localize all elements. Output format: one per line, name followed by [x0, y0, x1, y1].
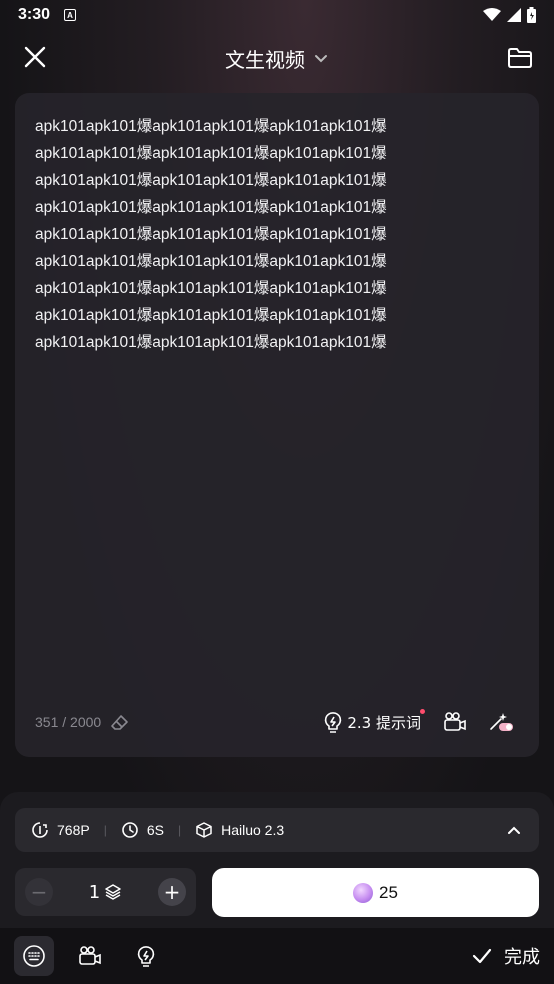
- camera-icon: [79, 946, 101, 965]
- mode-selector[interactable]: 文生视频: [225, 44, 329, 73]
- increment-button[interactable]: +: [157, 878, 186, 906]
- settings-bar[interactable]: 768P | 6S | Hailuo 2.3: [15, 808, 539, 852]
- check-icon: [472, 948, 492, 964]
- status-icons: [483, 7, 536, 23]
- resolution-icon: [32, 822, 48, 838]
- duration-value: 6S: [146, 822, 164, 838]
- clock-icon: [122, 822, 138, 838]
- shell-coin-icon: [353, 882, 374, 903]
- keyboard-button[interactable]: [14, 936, 54, 976]
- divider: |: [177, 823, 182, 837]
- duration-setting[interactable]: 6S: [121, 821, 164, 839]
- page-title: 文生视频: [225, 47, 305, 72]
- prompt-button[interactable]: [126, 936, 166, 976]
- chevron-up-icon[interactable]: [505, 821, 523, 839]
- camera-icon[interactable]: [443, 711, 467, 733]
- generate-button[interactable]: 25: [212, 868, 539, 917]
- bulb-icon: [137, 946, 155, 967]
- divider: |: [103, 823, 107, 837]
- status-bar: 3:30 A: [0, 0, 554, 30]
- done-button[interactable]: 完成: [472, 943, 540, 969]
- magic-toggle-icon[interactable]: [489, 711, 515, 733]
- top-bar: 文生视频: [0, 36, 554, 80]
- prompt-helper-label: 2.3 提示词: [347, 713, 421, 732]
- generate-cost: 25: [379, 882, 398, 902]
- bottom-toolbar: 完成: [0, 928, 554, 984]
- char-count: 351 / 2000: [35, 714, 102, 730]
- resolution-setting[interactable]: 768P: [31, 821, 90, 839]
- new-dot: [420, 709, 425, 714]
- bulb-icon: [325, 712, 342, 733]
- keyboard-icon: [23, 945, 45, 967]
- quantity-stepper[interactable]: − 1 +: [15, 868, 196, 916]
- generation-panel: 768P | 6S | Hailuo 2.3 − 1 + 25 完成: [0, 792, 554, 984]
- camera-button[interactable]: [70, 936, 110, 976]
- prompt-editor[interactable]: apk101apk101爆apk101apk101爆apk101apk101爆 …: [15, 93, 539, 757]
- editor-footer: 351 / 2000 2.3 提示词: [35, 707, 515, 737]
- decrement-button[interactable]: −: [25, 878, 53, 906]
- done-label: 完成: [504, 947, 540, 968]
- prompt-text[interactable]: apk101apk101爆apk101apk101爆apk101apk101爆 …: [35, 113, 455, 356]
- status-time: 3:30: [18, 6, 51, 23]
- layers-icon: [105, 884, 121, 900]
- close-icon[interactable]: [22, 44, 48, 70]
- model-value: Hailuo 2.3: [221, 822, 285, 838]
- quantity-display: 1: [89, 882, 122, 903]
- model-setting[interactable]: Hailuo 2.3: [195, 821, 284, 839]
- signal-icon: [507, 8, 521, 22]
- folder-icon[interactable]: [506, 44, 534, 72]
- wifi-icon: [483, 8, 501, 21]
- chevron-down-icon: [315, 55, 327, 63]
- battery-icon: [527, 7, 536, 23]
- notification-badge: A: [64, 9, 77, 21]
- eraser-icon[interactable]: [111, 713, 129, 731]
- quantity-value: 1: [88, 881, 101, 903]
- resolution-value: 768P: [57, 822, 90, 838]
- cube-icon: [196, 822, 212, 838]
- prompt-helper-button[interactable]: 2.3 提示词: [323, 709, 425, 733]
- editor-tools: 2.3 提示词: [323, 709, 515, 733]
